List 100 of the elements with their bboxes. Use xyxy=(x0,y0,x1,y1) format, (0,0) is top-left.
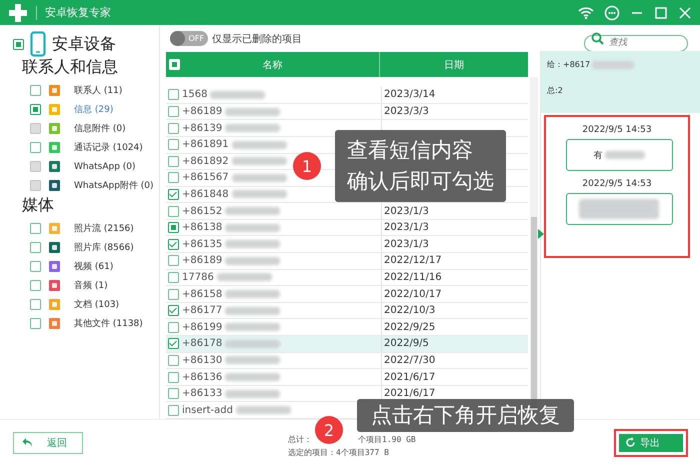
table-row[interactable]: +86138 2023/1/3 xyxy=(166,220,528,236)
toggle-label: 仅显示已删除的项目 xyxy=(212,32,302,46)
category-icon xyxy=(49,261,60,272)
table-row[interactable]: +86189 2023/3/3 xyxy=(166,104,528,120)
checkbox[interactable] xyxy=(30,280,41,291)
table-cell: 2023/3/14 xyxy=(384,89,436,100)
sidebar-item[interactable]: 联系人 (11) xyxy=(74,84,122,97)
checkbox[interactable] xyxy=(30,223,41,234)
category-icon xyxy=(49,180,60,191)
checkbox[interactable] xyxy=(168,139,179,150)
redaction-mark xyxy=(232,157,287,166)
sidebar-item[interactable]: 音频 (1) xyxy=(74,279,108,292)
table-cell: 2022/10/3 xyxy=(384,305,436,316)
checkbox[interactable] xyxy=(168,238,179,250)
redaction-mark xyxy=(225,108,280,116)
checkbox[interactable] xyxy=(168,206,179,217)
checkbox[interactable] xyxy=(30,318,41,329)
plus-logo-icon xyxy=(8,2,28,22)
wifi-icon[interactable] xyxy=(578,6,594,20)
checkbox[interactable] xyxy=(168,404,179,416)
checkbox[interactable] xyxy=(30,104,41,115)
redaction-mark xyxy=(225,256,280,265)
redaction-mark xyxy=(225,207,280,216)
redaction-mark xyxy=(232,140,287,149)
checkbox[interactable] xyxy=(168,106,179,118)
maximize-icon[interactable] xyxy=(654,6,668,20)
checkbox[interactable] xyxy=(168,156,179,167)
table-row[interactable]: +86136 2021/6/17 xyxy=(166,369,528,386)
category-icon xyxy=(49,142,60,153)
checkbox[interactable] xyxy=(168,89,179,100)
close-icon[interactable] xyxy=(678,6,692,20)
table-row[interactable]: +86178 2022/9/5 xyxy=(166,336,528,353)
sidebar-item[interactable]: 其他文件 (1138) xyxy=(74,317,143,330)
table-cell: 2022/7/30 xyxy=(384,354,436,366)
table-cell: 2022/12/17 xyxy=(384,255,442,266)
redaction-mark xyxy=(225,306,280,315)
checkbox[interactable] xyxy=(168,372,179,383)
checkbox[interactable] xyxy=(168,354,179,366)
category-icon xyxy=(49,242,60,253)
redaction-mark xyxy=(225,373,280,382)
checkbox[interactable] xyxy=(168,172,179,184)
checkbox[interactable] xyxy=(168,305,179,316)
select-all-checkbox[interactable] xyxy=(169,59,180,70)
table-row[interactable]: +86152 2023/1/3 xyxy=(166,203,528,220)
checkbox[interactable] xyxy=(168,272,179,283)
checkbox[interactable] xyxy=(168,122,179,134)
table-row[interactable]: +86130 2022/7/30 xyxy=(166,352,528,370)
category-icon xyxy=(49,299,60,310)
table-cell: 1568 xyxy=(182,89,208,100)
search-icon xyxy=(591,32,604,45)
table-row[interactable]: 1568 2023/3/14 xyxy=(166,87,528,104)
table-cell: 17786 xyxy=(182,272,214,283)
checkbox[interactable] xyxy=(30,261,41,272)
redaction-mark xyxy=(604,151,644,159)
table-row[interactable]: +86177 2022/10/3 xyxy=(166,302,528,320)
sidebar-item[interactable]: 照片库 (8566) xyxy=(74,241,134,254)
checkbox[interactable] xyxy=(168,255,179,266)
window-title: 安卓恢复专家 xyxy=(45,5,111,20)
redaction-mark xyxy=(225,124,280,132)
redaction-mark xyxy=(225,323,280,332)
chat-icon[interactable] xyxy=(604,4,620,20)
table-cell: +86199 xyxy=(182,322,222,333)
redaction-mark xyxy=(236,406,291,414)
sidebar-item[interactable]: 照片流 (2156) xyxy=(74,222,134,235)
checkbox[interactable] xyxy=(168,388,179,400)
search-field[interactable]: 查找 xyxy=(584,34,688,52)
category-icon xyxy=(49,223,60,234)
sidebar-item[interactable]: 文档 (103) xyxy=(74,298,120,311)
checkbox[interactable] xyxy=(13,38,24,50)
table-cell: +86138 xyxy=(182,222,222,234)
table-cell: +86130 xyxy=(182,354,222,366)
redaction-mark xyxy=(592,60,634,68)
checkbox[interactable] xyxy=(30,242,41,253)
table-cell: 2022/11/16 xyxy=(384,272,442,283)
checkbox[interactable] xyxy=(168,288,179,300)
checkbox[interactable] xyxy=(30,142,41,153)
table-cell: +861567 xyxy=(182,172,229,184)
checkbox[interactable] xyxy=(30,85,41,96)
table-row[interactable]: +86135 2023/1/3 xyxy=(166,236,528,254)
table-row[interactable]: +86189 2022/12/17 xyxy=(166,253,528,270)
checkbox[interactable] xyxy=(168,188,179,200)
expand-arrow-icon[interactable] xyxy=(538,229,544,239)
checkbox[interactable] xyxy=(168,338,179,350)
recipient-label: 给：+8617 xyxy=(547,59,590,70)
total-size: 个项目1.90 GB xyxy=(358,434,416,444)
redaction-mark xyxy=(225,340,280,348)
checkbox[interactable] xyxy=(168,322,179,333)
table-row[interactable]: +86158 2022/10/17 xyxy=(166,286,528,303)
table-row[interactable]: 17786 2022/11/16 xyxy=(166,270,528,286)
sidebar-item[interactable]: 信息 (29) xyxy=(74,103,114,116)
sidebar-item[interactable]: 通话记录 (1024) xyxy=(74,141,143,154)
redaction-mark xyxy=(232,174,287,182)
redaction-mark xyxy=(210,90,266,99)
table-cell: +86152 xyxy=(182,206,222,217)
checkbox[interactable] xyxy=(30,299,41,310)
checkbox[interactable] xyxy=(168,222,179,234)
sidebar-item[interactable]: 视频 (61) xyxy=(74,260,114,273)
redaction-mark xyxy=(216,273,272,282)
table-cell: 2023/1/3 xyxy=(384,238,429,250)
step-badge: 2 xyxy=(315,416,343,444)
